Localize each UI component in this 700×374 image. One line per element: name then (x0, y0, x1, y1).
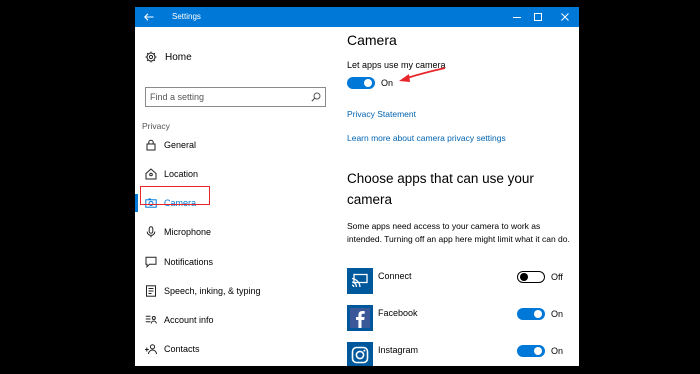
maximize-button[interactable] (524, 7, 552, 27)
toggle-knob (520, 272, 528, 281)
sidebar: Home Privacy General Location Camera Mic… (135, 27, 335, 366)
lock-icon (146, 139, 156, 151)
page-title: Camera (347, 32, 397, 48)
app-toggle-state: On (551, 309, 564, 319)
privacy-statement-link[interactable]: Privacy Statement (347, 108, 416, 120)
sidebar-item-notifications[interactable]: Notifications (135, 251, 335, 273)
connect-camera-toggle[interactable] (517, 271, 545, 283)
speech-icon (146, 285, 156, 297)
toggle-knob (364, 79, 372, 87)
search-box[interactable] (145, 87, 326, 107)
close-button[interactable] (551, 7, 579, 27)
facebook-camera-toggle[interactable] (517, 308, 545, 320)
microphone-icon (146, 226, 156, 238)
sidebar-item-general[interactable]: General (135, 134, 335, 156)
camera-icon (145, 198, 157, 208)
instagram-camera-toggle[interactable] (517, 345, 545, 357)
sidebar-item-account-info[interactable]: Account info (135, 309, 335, 331)
location-icon (145, 168, 157, 180)
content-pane: Camera Let apps use my camera On Privacy… (347, 27, 579, 366)
sidebar-item-label: Account info (164, 315, 214, 325)
sidebar-item-microphone[interactable]: Microphone (135, 221, 335, 243)
sidebar-item-label: Contacts (164, 344, 200, 354)
minimize-icon (513, 17, 521, 18)
close-icon (561, 13, 569, 21)
learn-more-link[interactable]: Learn more about camera privacy settings (347, 132, 506, 144)
sidebar-item-speech-inking-typing[interactable]: Speech, inking, & typing (135, 280, 335, 302)
sidebar-item-label: General (164, 140, 197, 150)
app-row-connect: Connect Off (347, 268, 579, 296)
sidebar-item-camera[interactable]: Camera (135, 192, 335, 214)
sidebar-item-label: Notifications (164, 257, 214, 267)
app-row-instagram: Instagram On (347, 342, 579, 366)
sidebar-item-label: Speech, inking, & typing (164, 286, 261, 296)
annotation-arrow-icon (399, 67, 446, 82)
toggle-knob (534, 310, 542, 318)
app-toggle-state: Off (551, 272, 563, 282)
search-icon[interactable] (311, 92, 321, 102)
app-row-facebook: Facebook On (347, 305, 579, 333)
app-toggle-state: On (551, 346, 564, 356)
window-title: Settings (172, 12, 201, 21)
apps-description: Some apps need access to your camera to … (347, 221, 570, 244)
settings-window: Settings Home Privacy General Location (135, 7, 579, 366)
gear-icon (145, 51, 157, 63)
search-input[interactable] (146, 88, 306, 106)
camera-access-toggle[interactable] (347, 77, 375, 89)
app-name: Connect (378, 271, 412, 281)
apps-section-heading: Choose apps that can use your camera (347, 171, 534, 207)
sidebar-item-location[interactable]: Location (135, 163, 335, 185)
instagram-app-icon (347, 342, 373, 366)
privacy-section-label: Privacy (142, 121, 170, 131)
back-arrow-icon (144, 13, 154, 21)
connect-app-icon (347, 268, 373, 294)
toggle-knob (534, 347, 542, 355)
app-name: Facebook (378, 308, 418, 318)
selection-indicator (135, 194, 138, 212)
title-bar: Settings (135, 7, 579, 27)
contacts-icon (145, 344, 157, 355)
sidebar-item-label: Microphone (164, 227, 212, 237)
sidebar-item-label: Camera (164, 198, 197, 208)
back-button[interactable] (135, 7, 163, 27)
app-name: Instagram (378, 345, 419, 355)
maximize-icon (534, 13, 542, 21)
facebook-app-icon (347, 305, 373, 331)
camera-access-state: On (381, 78, 394, 88)
home-link[interactable]: Home (145, 48, 192, 66)
sidebar-item-label: Location (164, 169, 199, 179)
sidebar-item-contacts[interactable]: Contacts (135, 338, 335, 360)
notifications-icon (145, 256, 157, 268)
account-info-icon (145, 315, 157, 324)
home-label: Home (165, 51, 192, 63)
